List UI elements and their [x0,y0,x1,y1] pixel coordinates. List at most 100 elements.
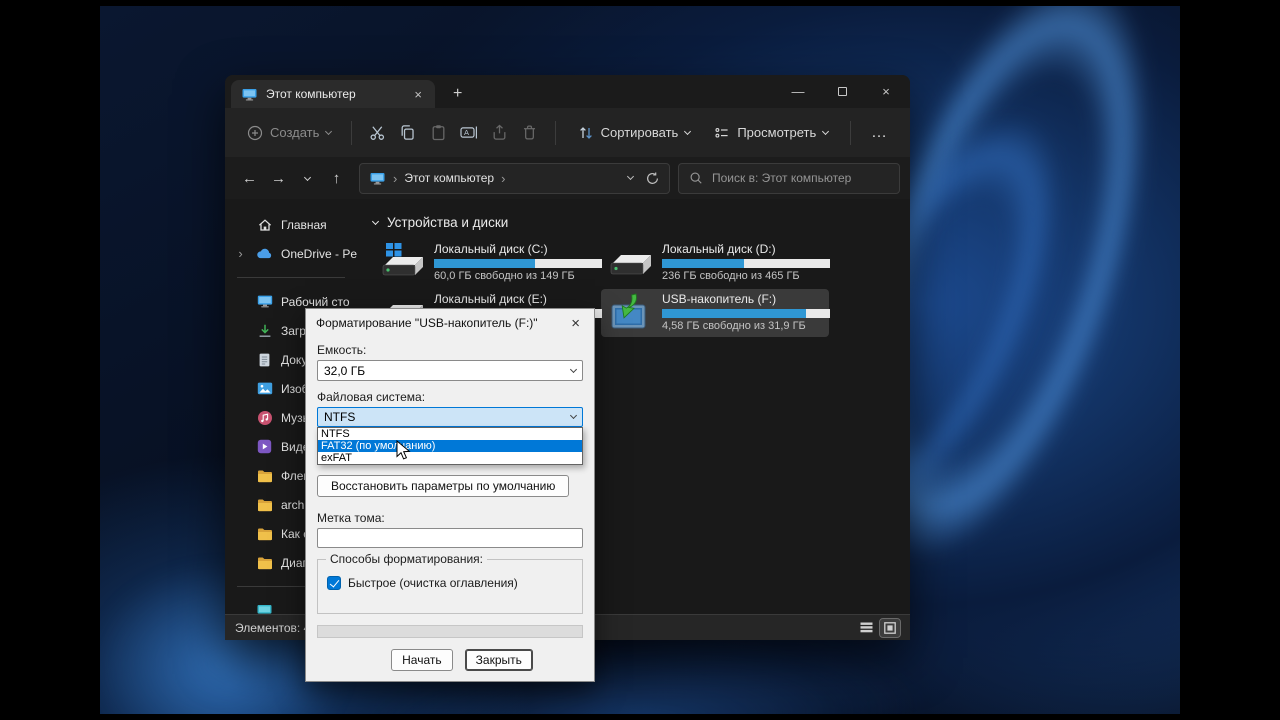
up-button[interactable]: ↑ [322,164,351,193]
this-pc-icon [369,170,386,187]
filesystem-value: NTFS [324,410,356,424]
capacity-combobox[interactable]: 32,0 ГБ [317,360,583,381]
drive-tile-c[interactable]: Локальный диск (C:) 60,0 ГБ свободно из … [373,239,602,287]
chevron-down-icon [822,127,830,135]
filesystem-combobox[interactable]: NTFS [317,407,583,427]
sort-arrows-icon [579,126,592,139]
music-icon [256,409,273,426]
tab-title: Этот компьютер [266,87,356,101]
cut-button[interactable] [362,116,392,150]
mouse-cursor [396,440,411,460]
drive-icon [607,242,653,282]
drive-tile-f-usb[interactable]: USB-накопитель (F:) 4,58 ГБ свободно из … [601,289,830,337]
quick-format-option[interactable]: Быстрое (очистка оглавления) [327,576,573,590]
sidebar-item-label: OneDrive - Pers [281,246,357,261]
toolbar-divider [554,120,556,145]
delete-button[interactable] [514,116,544,150]
format-methods-group: Способы форматирования: Быстрое (очистка… [317,552,583,614]
start-button[interactable]: Начать [391,649,453,671]
close-dialog-button[interactable]: Закрыть [464,649,533,671]
sort-menu-button[interactable]: Сортировать [566,125,703,141]
drive-free-space: 4,58 ГБ свободно из 31,9 ГБ [662,320,806,332]
toolbar-divider [850,120,851,145]
chevron-down-icon [303,173,312,181]
option-fat32[interactable]: FAT32 (по умолчанию) [318,440,582,452]
address-dropdown-icon[interactable] [626,172,635,181]
more-options-button[interactable]: … [861,124,898,142]
view-menu-button[interactable]: Просмотреть [702,125,840,141]
drive-usage-bar [434,259,602,268]
volume-label-input[interactable] [317,528,583,548]
option-ntfs[interactable]: NTFS [318,428,582,440]
sidebar-item-label: Рабочий сто [281,294,350,309]
checkbox-checked-icon[interactable] [327,576,341,590]
breadcrumb-separator: › [393,170,398,186]
dialog-close-button[interactable]: × [567,315,584,332]
view-label: Просмотреть [737,125,817,140]
capacity-label: Емкость: [317,343,367,357]
recent-locations-button[interactable] [293,164,322,193]
breadcrumb-item[interactable]: Этот компьютер [404,171,494,185]
window-controls: — × [776,75,908,108]
onedrive-cloud-icon [256,245,273,262]
minimize-button[interactable]: — [776,75,820,108]
format-dialog: Форматирование "USB-накопитель (F:)" × Е… [305,308,595,682]
dialog-title-bar: Форматирование "USB-накопитель (F:)" × [306,309,594,337]
videos-icon [256,438,273,455]
large-icons-view-icon[interactable] [879,617,901,638]
sidebar-item-onedrive[interactable]: › OneDrive - Pers [225,239,357,268]
drive-tile-d[interactable]: Локальный диск (D:) 236 ГБ свободно из 4… [601,239,830,287]
filesystem-dropdown-list: NTFS FAT32 (по умолчанию) exFAT [317,427,583,465]
tab-this-pc[interactable]: Этот компьютер × [231,80,435,108]
back-button[interactable]: ← [235,164,264,193]
new-tab-button[interactable]: + [453,80,462,108]
rename-button[interactable]: A [454,116,484,150]
folder-icon [256,554,273,571]
tab-close-icon[interactable]: × [411,87,425,102]
share-button[interactable] [484,116,514,150]
drive-free-space: 60,0 ГБ свободно из 149 ГБ [434,270,575,282]
this-pc-icon [241,86,258,103]
screen: Этот компьютер × + — × Создать A Сортиро… [0,0,1280,720]
dialog-footer: Начать Закрыть [329,649,595,671]
restore-defaults-button[interactable]: Восстановить параметры по умолчанию [317,475,570,497]
maximize-button[interactable] [820,75,864,108]
sidebar-item-label: Главная [281,217,327,232]
rename-icon: A [460,126,477,139]
chevron-down-icon [569,365,578,373]
pictures-icon [256,380,273,397]
items-count: Элементов: 4 [235,620,311,635]
maximize-icon [837,87,847,96]
forward-button[interactable]: → [264,164,293,193]
toolbar-divider [351,120,353,145]
refresh-icon[interactable] [645,171,660,186]
option-exfat[interactable]: exFAT [318,452,582,464]
expand-chevron-icon[interactable]: › [233,246,248,261]
sidebar-item-home[interactable]: Главная [225,210,357,239]
details-view-icon[interactable] [856,619,876,637]
this-pc-icon [256,602,273,614]
folder-icon [256,467,273,484]
close-button[interactable]: × [864,75,908,108]
view-options-icon [715,127,728,138]
sort-label: Сортировать [600,125,679,140]
desktop-icon [256,293,273,310]
drive-name: Локальный диск (D:) [662,242,776,256]
capacity-value: 32,0 ГБ [324,363,366,378]
drive-usage-bar [662,309,830,318]
usb-drive-icon [607,292,653,332]
trash-icon [524,125,536,140]
chevron-down-icon [684,127,692,135]
copy-button[interactable] [393,116,423,150]
home-icon [256,216,273,233]
create-button[interactable]: Создать [237,125,341,141]
create-label: Создать [270,125,320,140]
paste-button[interactable] [423,116,453,150]
collapse-chevron-icon[interactable] [371,217,380,225]
breadcrumb[interactable]: › Этот компьютер › [359,162,670,194]
folder-icon [256,496,273,513]
search-input[interactable]: Поиск в: Этот компьютер [678,162,900,194]
format-methods-label: Способы форматирования: [326,552,487,566]
section-devices-and-drives[interactable]: Устройства и диски [371,215,910,230]
scissors-icon [370,126,384,140]
